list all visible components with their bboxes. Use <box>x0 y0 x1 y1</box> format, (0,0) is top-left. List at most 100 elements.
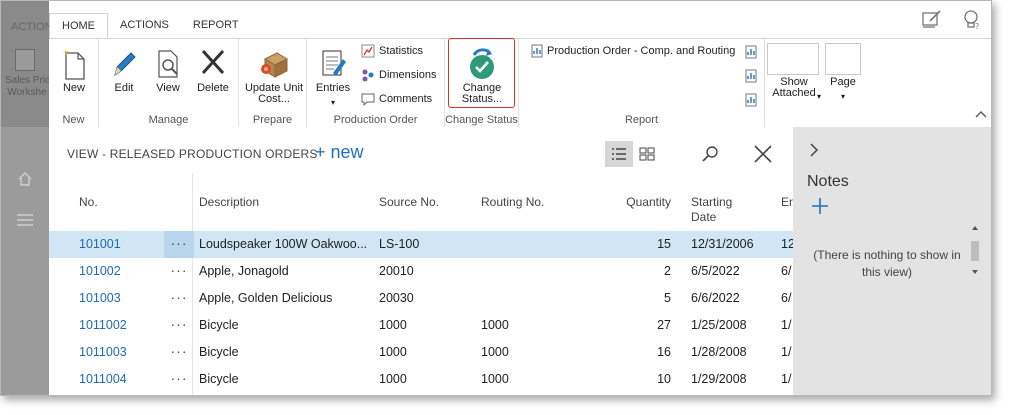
row-actions-button[interactable]: ··· <box>164 231 194 258</box>
statistics-icon <box>361 44 375 58</box>
table-row[interactable]: 101003 ··· Apple, Golden Delicious 20030… <box>49 285 793 312</box>
chevron-down-icon: ▾ <box>817 92 822 101</box>
ending-date-cell: 6/ <box>781 264 792 278</box>
group-prepare: Update Unit Cost... Prepare <box>239 39 307 128</box>
table-row[interactable]: 1011003 ··· Bicycle 1000 1000 16 1/28/20… <box>49 339 793 366</box>
column-header-starting-date[interactable]: Starting Date <box>691 195 732 225</box>
home-icon <box>17 171 33 192</box>
list-view-button[interactable] <box>605 141 633 167</box>
list-view-icon <box>612 148 626 160</box>
order-no-link[interactable]: 101003 <box>79 291 121 305</box>
quantity-cell: 27 <box>657 318 671 332</box>
report-icon[interactable] <box>745 93 757 110</box>
starting-date-cell: 1/29/2008 <box>691 372 747 386</box>
table-row[interactable]: 101001 ··· Loudspeaker 100W Oakwoo... LS… <box>49 231 793 258</box>
column-header-no[interactable]: No. <box>79 195 98 210</box>
order-no-link[interactable]: 101002 <box>79 264 121 278</box>
notes-scrollbar[interactable] <box>969 225 981 277</box>
dimensions-icon <box>362 69 374 82</box>
edit-page-icon[interactable] <box>921 9 943 34</box>
plus-icon: + <box>315 142 326 162</box>
add-note-button[interactable] <box>811 197 829 218</box>
description-cell: Apple, Golden Delicious <box>199 291 333 305</box>
row-actions-button[interactable]: ··· <box>164 312 194 339</box>
report-icon[interactable] <box>745 45 757 62</box>
group-change-status: Change Status... Change Status <box>445 38 519 128</box>
group-label-report: Report <box>624 114 659 126</box>
background-item-label: Sales Pric Workshe <box>5 75 49 98</box>
description-cell: Loudspeaker 100W Oakwoo... <box>199 237 368 251</box>
column-header-description[interactable]: Description <box>199 195 259 210</box>
svg-text:?: ? <box>975 22 979 31</box>
tab-home[interactable]: HOME <box>49 13 108 39</box>
row-actions-button[interactable]: ··· <box>164 366 194 393</box>
list-page: VIEW - RELEASED PRODUCTION ORDERS + new … <box>49 127 793 395</box>
edit-button[interactable]: Edit <box>107 47 141 94</box>
table-row[interactable]: 1011002 ··· Bicycle 1000 1000 27 1/25/20… <box>49 312 793 339</box>
source-no-cell: 20010 <box>379 264 414 278</box>
search-button[interactable] <box>697 141 725 167</box>
background-sheet-icon <box>15 49 35 71</box>
new-link[interactable]: + new <box>315 142 364 163</box>
background-nav-panel <box>1 127 49 395</box>
row-actions-button[interactable]: ··· <box>164 339 194 366</box>
ribbon-body: New New Edit View Delete Manage Update U… <box>49 38 991 128</box>
table-row[interactable]: 101002 ··· Apple, Jonagold 20010 2 6/5/2… <box>49 258 793 285</box>
show-attached-button[interactable]: Show Attached <box>765 77 823 99</box>
tile-view-button[interactable] <box>633 141 661 167</box>
search-icon <box>702 146 718 162</box>
collapse-pane-button[interactable] <box>809 143 819 160</box>
report-icon[interactable] <box>745 69 757 86</box>
close-button[interactable] <box>749 141 777 167</box>
group-label-prepare: Prepare <box>252 114 293 126</box>
column-header-ending-date[interactable]: En <box>781 195 793 210</box>
new-document-icon <box>59 47 89 81</box>
view-button[interactable]: View <box>151 47 185 94</box>
column-header-quantity[interactable]: Quantity <box>609 195 671 210</box>
comment-bubble-icon <box>361 93 375 106</box>
statistics-button[interactable]: Statistics <box>361 44 423 58</box>
prod-order-comp-routing-report-button[interactable]: Production Order - Comp. and Routing <box>531 44 735 58</box>
routing-no-cell: 1000 <box>481 345 509 359</box>
group-label-change-status: Change Status <box>445 114 518 126</box>
plus-icon <box>812 198 828 214</box>
source-no-cell: LS-100 <box>379 237 420 251</box>
column-header-routing-no[interactable]: Routing No. <box>481 195 544 210</box>
source-no-cell: 1000 <box>379 372 407 386</box>
collapse-ribbon-icon[interactable] <box>975 109 987 121</box>
starting-date-cell: 6/6/2022 <box>691 291 740 305</box>
row-actions-button[interactable]: ··· <box>164 258 194 285</box>
entries-button[interactable]: Entries ▾ <box>315 47 351 108</box>
order-no-link[interactable]: 1011003 <box>79 345 127 359</box>
order-no-link[interactable]: 1011004 <box>79 372 127 386</box>
chevron-right-icon <box>810 143 819 157</box>
delete-button[interactable]: Delete <box>195 47 231 94</box>
change-status-button[interactable]: Change Status... <box>455 47 509 105</box>
quantity-cell: 2 <box>664 264 671 278</box>
row-actions-button[interactable]: ··· <box>164 285 194 312</box>
update-unit-cost-button[interactable]: Update Unit Cost... <box>243 47 305 105</box>
page-button[interactable]: Page ▾ <box>825 77 861 102</box>
routing-no-cell: 1000 <box>481 372 509 386</box>
entries-ledger-icon <box>315 47 351 81</box>
help-lightbulb-icon[interactable]: ? <box>961 9 983 36</box>
order-no-link[interactable]: 101001 <box>79 237 121 251</box>
tab-report[interactable]: REPORT <box>181 13 251 39</box>
tab-actions[interactable]: ACTIONS <box>108 13 181 39</box>
order-no-link[interactable]: 1011002 <box>79 318 127 332</box>
magnifier-document-icon <box>151 47 185 81</box>
chevron-down-icon: ▾ <box>840 92 845 101</box>
table-row[interactable]: 1011004 ··· Bicycle 1000 1000 10 1/29/20… <box>49 366 793 393</box>
comments-button[interactable]: Comments <box>361 92 432 106</box>
description-cell: Bicycle <box>199 372 239 386</box>
chevron-down-icon: ▾ <box>330 98 335 107</box>
starting-date-cell: 12/31/2006 <box>691 237 754 251</box>
close-icon <box>754 145 772 163</box>
report-icon <box>531 44 543 58</box>
update-cost-icon <box>243 47 305 81</box>
dimensions-button[interactable]: Dimensions <box>361 68 436 82</box>
column-header-source-no[interactable]: Source No. <box>379 195 439 210</box>
show-attached-preview <box>767 43 819 75</box>
new-button[interactable]: New <box>59 47 89 94</box>
quantity-cell: 10 <box>657 372 671 386</box>
